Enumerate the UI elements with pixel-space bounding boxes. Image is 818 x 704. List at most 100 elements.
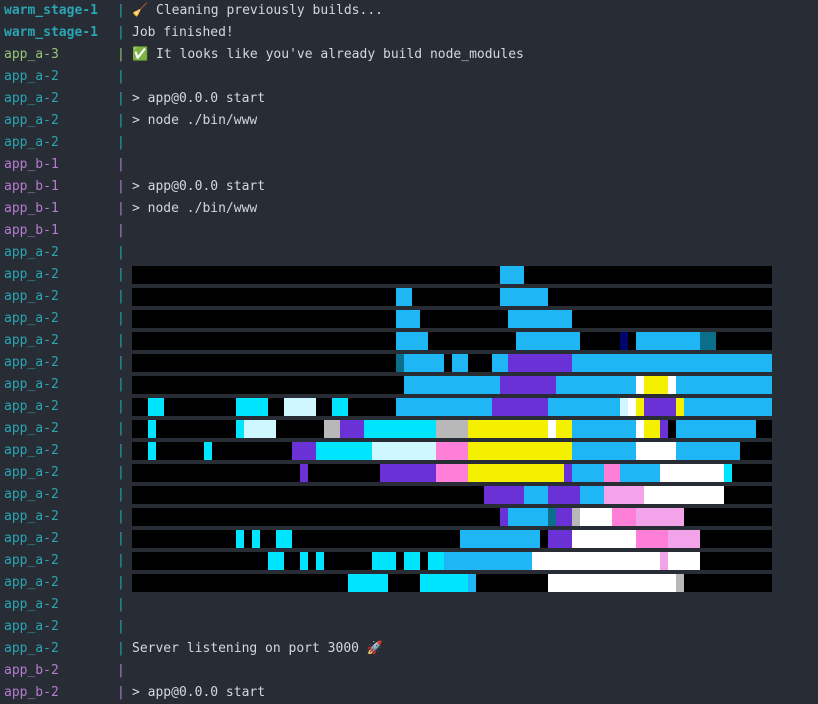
ascii-art-block [436, 442, 468, 460]
ascii-art-block [148, 398, 164, 416]
ascii-art-row [132, 552, 772, 570]
ascii-art-row [132, 508, 772, 526]
ascii-art-block [524, 486, 548, 504]
ascii-art-row [132, 530, 772, 548]
log-message: Server listening on port 3000 🚀 [132, 641, 383, 656]
service-prefix: app_a-2 [4, 619, 59, 634]
service-prefix: app_a-2 [4, 289, 59, 304]
pipe-separator: | [117, 641, 125, 656]
ascii-art-block [724, 464, 732, 482]
log-message: 🧹 Cleaning previously builds... [132, 3, 383, 18]
ascii-art-block [580, 376, 636, 394]
service-prefix: app_b-1 [4, 157, 59, 172]
ascii-art-block [668, 530, 700, 548]
log-message: ✅ It looks like you've already build nod… [132, 47, 524, 62]
ascii-art-block [660, 552, 668, 570]
ascii-art-block [676, 376, 772, 394]
ascii-art-block [620, 398, 628, 416]
ascii-art-block [340, 420, 364, 438]
ascii-art-block [548, 398, 620, 416]
ascii-art-block [524, 508, 548, 526]
ascii-art-block [572, 354, 772, 372]
ascii-art-block [236, 398, 252, 416]
pipe-separator: | [117, 223, 125, 238]
ascii-art-block [460, 530, 468, 548]
ascii-art-row [132, 354, 772, 372]
ascii-art-block [300, 552, 308, 570]
ascii-art-block [468, 420, 548, 438]
pipe-separator: | [117, 421, 125, 436]
ascii-art-block [668, 552, 684, 570]
ascii-art-block [388, 552, 396, 570]
ascii-art-block [500, 288, 548, 306]
ascii-art-block [484, 530, 532, 548]
ascii-art-block [372, 442, 380, 460]
ascii-art-block [676, 574, 684, 592]
pipe-separator: | [117, 663, 125, 678]
pipe-separator: | [117, 3, 125, 18]
ascii-art-block [252, 530, 260, 548]
ascii-art-row [132, 332, 772, 350]
ascii-art-block [564, 464, 572, 482]
ascii-art-block [684, 552, 700, 570]
ascii-art-row [132, 310, 772, 328]
ascii-art-block [548, 574, 676, 592]
log-message: > app@0.0.0 start [132, 179, 266, 194]
ascii-art-block [556, 508, 572, 526]
ascii-art-row [132, 442, 772, 460]
pipe-separator: | [117, 157, 125, 172]
ascii-art-block [452, 354, 468, 372]
ascii-art-block [636, 398, 644, 416]
ascii-art-block [292, 442, 316, 460]
ascii-art-block [508, 508, 524, 526]
ascii-art-block [396, 332, 428, 350]
ascii-art-block [372, 552, 388, 570]
log-message: > app@0.0.0 start [132, 91, 266, 106]
ascii-art-block [628, 464, 660, 482]
ascii-art-block [468, 442, 572, 460]
pipe-separator: | [117, 509, 125, 524]
ascii-art-block [644, 398, 676, 416]
ascii-art-block [380, 442, 436, 460]
ascii-art-block [644, 486, 724, 504]
service-prefix: app_a-2 [4, 69, 59, 84]
ascii-art-block [636, 508, 684, 526]
ascii-art-block [572, 508, 580, 526]
pipe-separator: | [117, 531, 125, 546]
ascii-art-block [516, 332, 580, 350]
ascii-art-block [316, 442, 372, 460]
service-prefix: warm_stage-1 [4, 25, 98, 40]
pipe-separator: | [117, 575, 125, 590]
ascii-art-block [556, 420, 572, 438]
ascii-art-block [348, 574, 388, 592]
ascii-art-block [620, 332, 628, 350]
ascii-art-block [676, 442, 740, 460]
service-prefix: app_a-2 [4, 597, 59, 612]
ascii-art-row [132, 464, 772, 482]
pipe-separator: | [117, 91, 125, 106]
pipe-separator: | [117, 311, 125, 326]
service-prefix: app_a-2 [4, 641, 59, 656]
service-prefix: app_a-2 [4, 575, 59, 590]
pipe-separator: | [117, 487, 125, 502]
ascii-art-block [396, 288, 412, 306]
ascii-art-block [572, 530, 636, 548]
pipe-separator: | [117, 355, 125, 370]
ascii-art-block [364, 420, 436, 438]
log-message: > app@0.0.0 start [132, 685, 266, 700]
pipe-separator: | [117, 333, 125, 348]
ascii-art-block [668, 376, 676, 394]
ascii-art-block [396, 354, 404, 372]
ascii-art-row [132, 574, 772, 592]
service-prefix: app_a-2 [4, 465, 59, 480]
ascii-art-block [676, 398, 684, 416]
ascii-art-block [468, 530, 484, 548]
service-prefix: app_a-2 [4, 399, 59, 414]
pipe-separator: | [117, 69, 125, 84]
ascii-art-block [500, 376, 556, 394]
ascii-art-block [324, 420, 340, 438]
ascii-art-block [252, 398, 268, 416]
ascii-art-block [508, 310, 572, 328]
service-prefix: app_a-2 [4, 421, 59, 436]
ascii-art-block [148, 442, 156, 460]
